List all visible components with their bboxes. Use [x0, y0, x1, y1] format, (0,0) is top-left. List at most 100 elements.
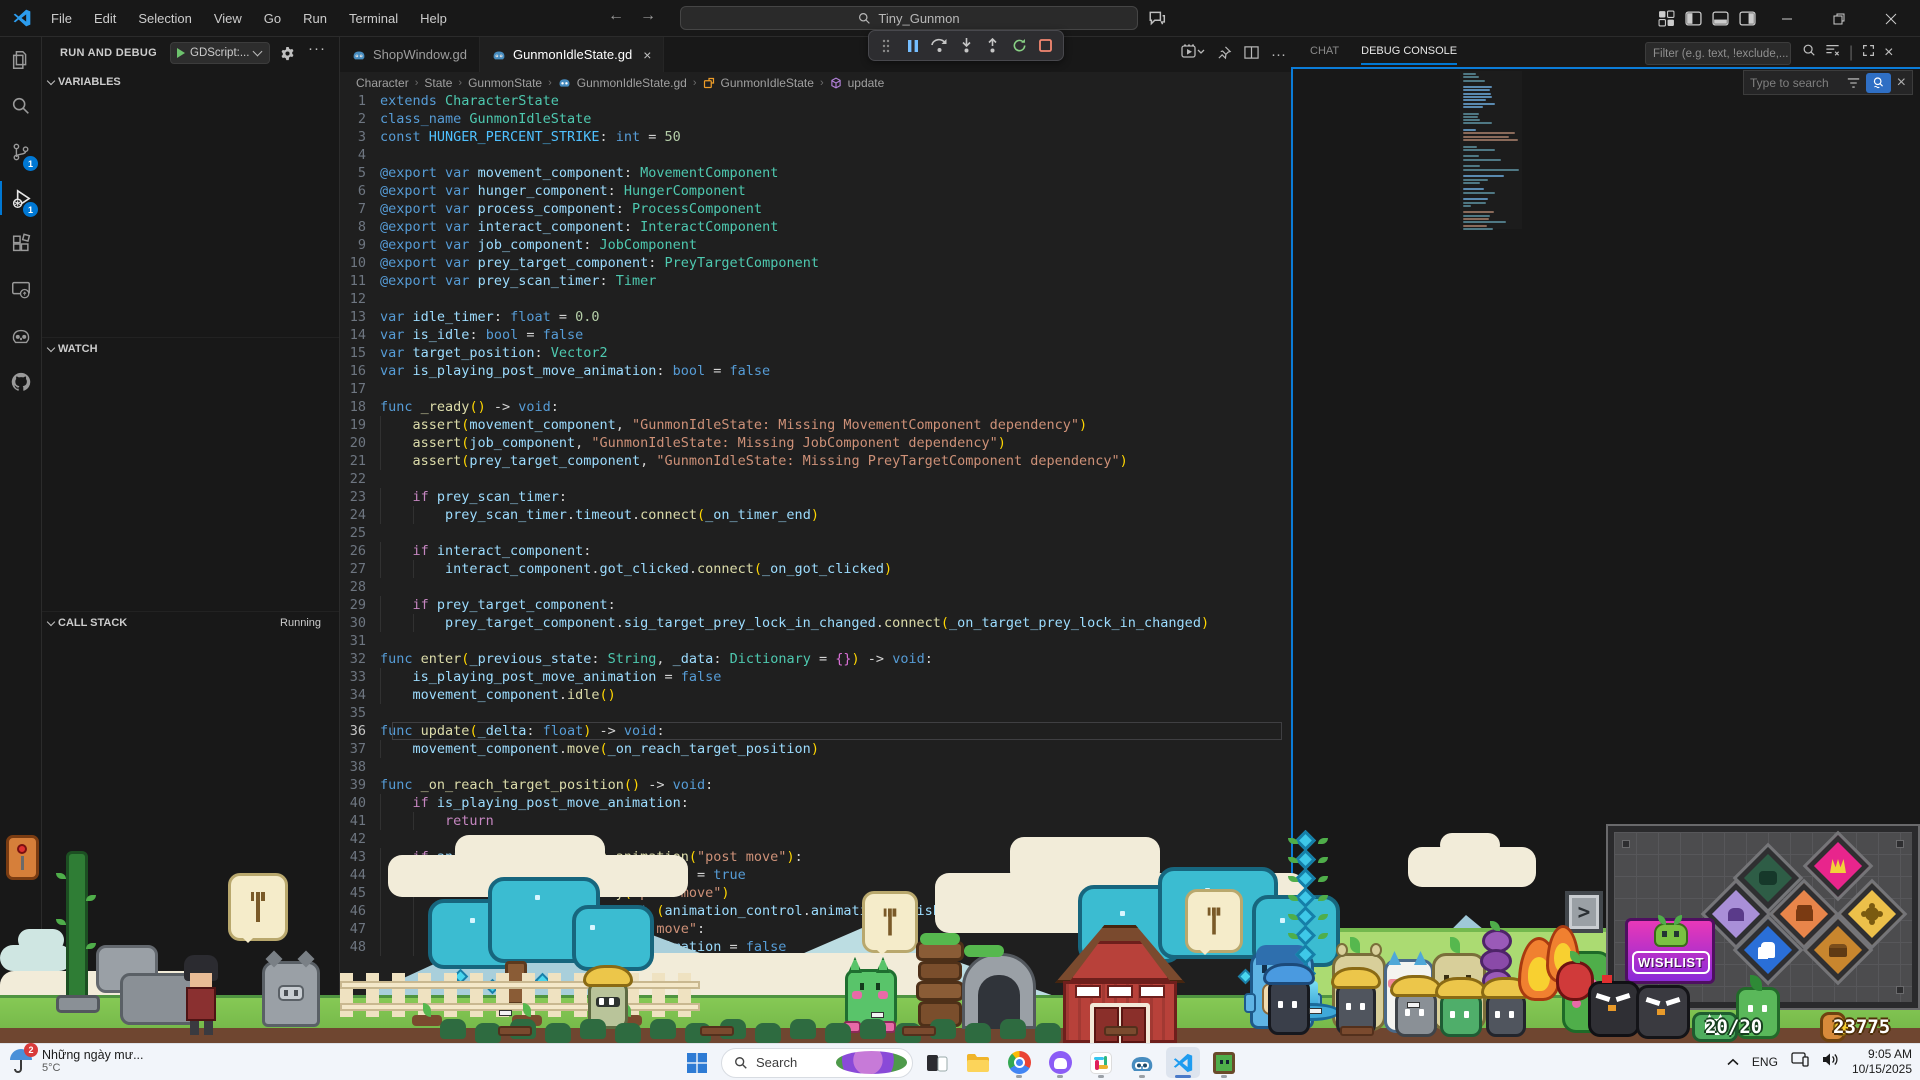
code-line-6[interactable]: 6@export var hunger_component: HungerCom…: [340, 182, 1292, 200]
run-or-debug-icon[interactable]: [1181, 44, 1205, 65]
vscode-taskbar-icon[interactable]: [1166, 1047, 1200, 1078]
code-line-19[interactable]: 19 assert(movement_component, "GunmonIdl…: [340, 416, 1292, 434]
console-search-input[interactable]: Type to search: [1750, 76, 1841, 90]
launch-config-dropdown[interactable]: GDScript:...: [170, 42, 270, 64]
code-line-38[interactable]: 38: [340, 758, 1292, 776]
wishlist-button[interactable]: WISHLIST: [1625, 918, 1715, 984]
toggle-panel-icon[interactable]: [1712, 10, 1729, 27]
step-over-button[interactable]: [929, 35, 950, 57]
tray-chevron-icon[interactable]: [1727, 1053, 1739, 1071]
console-search-widget[interactable]: Type to search ×: [1743, 70, 1913, 95]
language-indicator[interactable]: ENG: [1752, 1055, 1778, 1069]
toggle-secondary-sidebar-icon[interactable]: [1739, 10, 1756, 27]
restore-button[interactable]: [1818, 4, 1860, 34]
github-icon[interactable]: [0, 359, 42, 405]
code-line-9[interactable]: 9@export var job_component: JobComponent: [340, 236, 1292, 254]
code-line-5[interactable]: 5@export var movement_component: Movemen…: [340, 164, 1292, 182]
explorer-icon[interactable]: [0, 37, 42, 83]
code-line-4[interactable]: 4: [340, 146, 1292, 164]
weather-widget[interactable]: 2 Những ngày mư... 5°C: [8, 1047, 144, 1075]
volume-icon[interactable]: [1822, 1052, 1839, 1072]
code-line-31[interactable]: 31: [340, 632, 1292, 650]
code-line-28[interactable]: 28: [340, 578, 1292, 596]
pause-button[interactable]: [903, 35, 924, 57]
taskbar-search[interactable]: Search: [721, 1048, 913, 1078]
menu-item-view[interactable]: View: [205, 7, 251, 30]
clear-console-icon[interactable]: [1825, 43, 1840, 62]
code-line-20[interactable]: 20 assert(job_component, "GunmonIdleStat…: [340, 434, 1292, 452]
toolbar-drag-handle[interactable]: [876, 35, 897, 57]
remote-explorer-icon[interactable]: [0, 267, 42, 313]
debug-settings-gear-icon[interactable]: [280, 46, 295, 66]
code-line-32[interactable]: 32func enter(_previous_state: String, _d…: [340, 650, 1292, 668]
code-line-35[interactable]: 35: [340, 704, 1292, 722]
tab-debug-console[interactable]: DEBUG CONSOLE: [1361, 45, 1457, 65]
game-pin-button[interactable]: [6, 835, 39, 880]
command-center-search[interactable]: Tiny_Gunmon: [680, 6, 1138, 30]
customize-layout-icon[interactable]: [1658, 10, 1675, 27]
start-button[interactable]: [680, 1047, 714, 1078]
search-sidebar-icon[interactable]: [0, 83, 42, 129]
fuzzy-search-toggle[interactable]: [1866, 73, 1891, 93]
code-line-8[interactable]: 8@export var interact_component: Interac…: [340, 218, 1292, 236]
code-line-40[interactable]: 40 if is_playing_post_move_animation:: [340, 794, 1292, 812]
code-line-17[interactable]: 17: [340, 380, 1292, 398]
code-area[interactable]: 1extends CharacterState2class_name Gunmo…: [340, 92, 1292, 956]
clock[interactable]: 9:05 AM 10/15/2025: [1852, 1047, 1912, 1077]
tab-chat[interactable]: CHAT: [1310, 45, 1339, 65]
code-line-47[interactable]: 47 if finished_name == "post move":: [340, 920, 1292, 938]
input-device-icon[interactable]: [1791, 1052, 1809, 1072]
menu-item-help[interactable]: Help: [411, 7, 456, 30]
menu-item-run[interactable]: Run: [294, 7, 336, 30]
tab-gunmonidlestate[interactable]: GunmonIdleState.gd ×: [480, 37, 664, 72]
code-line-43[interactable]: 43 if animation_control.has_animation("p…: [340, 848, 1292, 866]
start-debug-icon[interactable]: [177, 48, 185, 58]
extensions-icon[interactable]: [0, 221, 42, 267]
minimize-button[interactable]: [1766, 4, 1808, 34]
code-line-12[interactable]: 12: [340, 290, 1292, 308]
code-line-27[interactable]: 27 interact_component.got_clicked.connec…: [340, 560, 1292, 578]
code-line-29[interactable]: 29 if prey_target_component:: [340, 596, 1292, 614]
filter-icon[interactable]: [1802, 43, 1816, 62]
file-explorer-icon[interactable]: [961, 1047, 995, 1078]
close-panel-icon[interactable]: ×: [1884, 44, 1893, 62]
menu-item-go[interactable]: Go: [255, 7, 290, 30]
maximize-panel-icon[interactable]: [1862, 44, 1875, 62]
code-line-15[interactable]: 15var target_position: Vector2: [340, 344, 1292, 362]
source-control-icon[interactable]: 1: [0, 129, 42, 175]
restart-button[interactable]: [1009, 35, 1030, 57]
call-stack-section-header[interactable]: CALL STACK Running: [42, 611, 339, 634]
nav-forward-icon[interactable]: →: [640, 7, 656, 25]
code-line-22[interactable]: 22: [340, 470, 1292, 488]
code-line-7[interactable]: 7@export var process_component: ProcessC…: [340, 200, 1292, 218]
menu-item-file[interactable]: File: [42, 7, 81, 30]
code-line-39[interactable]: 39func _on_reach_target_position() -> vo…: [340, 776, 1292, 794]
code-line-18[interactable]: 18func _ready() -> void:: [340, 398, 1292, 416]
code-line-26[interactable]: 26 if interact_component:: [340, 542, 1292, 560]
code-line-45[interactable]: 45 animation_control.play("post move"): [340, 884, 1292, 902]
menu-item-terminal[interactable]: Terminal: [340, 7, 407, 30]
variables-section-header[interactable]: VARIABLES: [42, 70, 339, 93]
godot-tools-icon[interactable]: [0, 313, 42, 359]
menu-item-edit[interactable]: Edit: [85, 7, 125, 30]
code-line-21[interactable]: 21 assert(prey_target_component, "Gunmon…: [340, 452, 1292, 470]
stop-button[interactable]: [1035, 35, 1056, 57]
close-tab-icon[interactable]: ×: [643, 47, 651, 63]
claw-menu-button[interactable]: [1807, 835, 1869, 897]
chrome-icon[interactable]: [1002, 1047, 1036, 1078]
code-line-24[interactable]: 24 prey_scan_timer.timeout.connect(_on_t…: [340, 506, 1292, 524]
code-line-16[interactable]: 16var is_playing_post_move_animation: bo…: [340, 362, 1292, 380]
views-more-actions-icon[interactable]: ···: [308, 40, 326, 57]
task-view-icon[interactable]: [920, 1047, 954, 1078]
code-line-33[interactable]: 33 is_playing_post_move_animation = fals…: [340, 668, 1292, 686]
code-line-44[interactable]: 44 is_playing_post_move_animation = true: [340, 866, 1292, 884]
toggle-sidebar-icon[interactable]: [1685, 10, 1702, 27]
split-editor-icon[interactable]: [1244, 45, 1259, 65]
code-line-10[interactable]: 10@export var prey_target_component: Pre…: [340, 254, 1292, 272]
watch-section-header[interactable]: WATCH: [42, 337, 339, 360]
pin-editor-icon[interactable]: [1217, 45, 1232, 65]
code-line-23[interactable]: 23 if prey_scan_timer:: [340, 488, 1292, 506]
game-next-button[interactable]: >: [1565, 891, 1603, 933]
code-line-42[interactable]: 42: [340, 830, 1292, 848]
code-line-34[interactable]: 34 movement_component.idle(): [340, 686, 1292, 704]
